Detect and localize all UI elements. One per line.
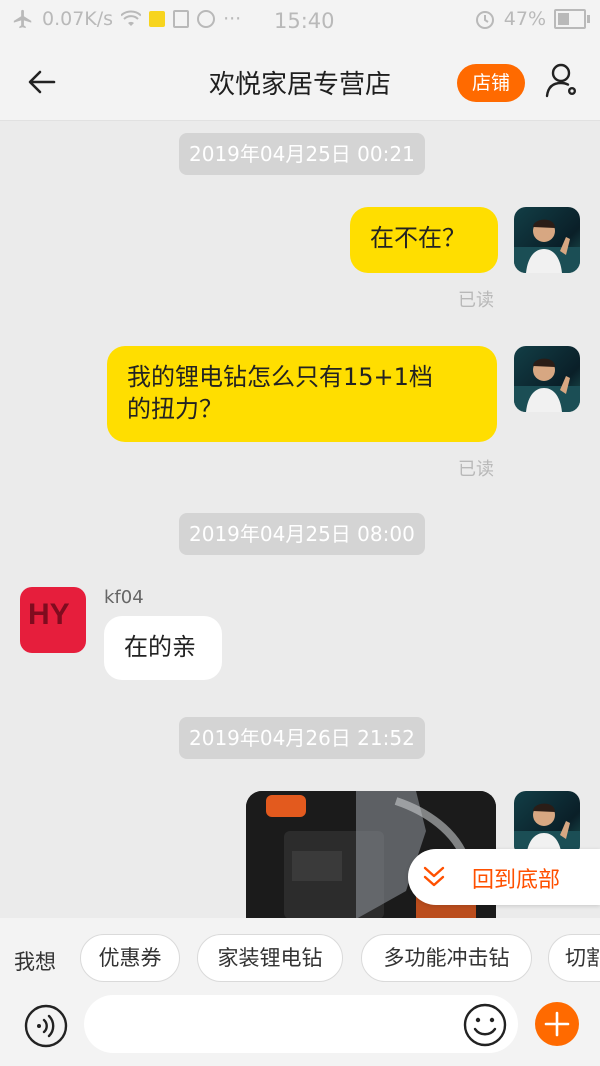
status-time: 15:40 [274,9,335,33]
sender-name: kf04 [104,587,144,608]
more-indicator: ··· [223,8,242,30]
my-avatar[interactable] [514,346,580,412]
avatar-photo [514,358,580,412]
read-status: 已读 [458,290,494,311]
suggestion-label: 我想 [14,950,56,974]
suggestion-chip[interactable]: 多功能冲击钻 [361,934,532,982]
message-line: 的扭力？ [127,395,223,423]
notes-app-icon [149,11,166,27]
user-settings-icon[interactable] [542,60,582,100]
timestamp: 2019年04月25日 08:00 [179,513,425,555]
back-arrow-icon[interactable] [24,64,60,100]
timestamp: 2019年04月25日 00:21 [179,133,425,175]
document-icon [173,10,190,28]
alarm-icon [475,11,494,29]
battery-icon [554,9,590,29]
double-chevron-down-icon [423,866,445,887]
suggestion-chip[interactable]: 家装锂电钻 [197,934,343,982]
read-status: 已读 [458,459,494,480]
page-title: 欢悦家居专营店 [208,70,391,100]
my-avatar[interactable] [514,207,580,273]
input-bar: 我想 优惠券 家装锂电钻 多功能冲击钻 切割 [0,918,600,1066]
message-input[interactable] [84,995,518,1053]
emoji-icon[interactable] [462,1002,508,1048]
shop-button[interactable]: 店铺 [457,64,525,102]
plus-icon [544,1011,570,1037]
browser-icon [197,10,216,28]
suggestion-chip[interactable]: 优惠券 [80,934,180,982]
suggestion-chip[interactable]: 切割 [548,934,600,982]
voice-icon[interactable] [24,1004,68,1048]
avatar-photo [514,803,580,857]
airplane-mode-icon [13,9,32,29]
status-right: 47% [474,8,590,30]
avatar-photo [514,219,580,273]
status-bar: 0.07K/s ··· 15:40 47% [0,0,600,44]
my-message[interactable]: 在不在？ [350,207,498,273]
shop-avatar[interactable]: HY [20,587,86,653]
battery-percent: 47% [503,8,546,30]
more-actions-button[interactable] [535,1002,579,1046]
back-to-bottom-button[interactable]: 回到底部 [408,849,600,905]
status-left: 0.07K/s ··· [12,8,241,30]
shop-message[interactable]: 在的亲 [104,616,222,680]
shop-logo: HY [28,598,70,631]
network-speed: 0.07K/s [42,8,114,30]
back-to-bottom-label: 回到底部 [472,868,561,893]
timestamp: 2019年04月26日 21:52 [179,717,425,759]
my-avatar[interactable] [514,791,580,857]
wifi-icon [121,10,142,26]
chat-header: 欢悦家居专营店 店铺 [0,44,600,121]
message-line: 我的锂电钻怎么只有15+1档 [127,363,433,391]
chat-area[interactable]: 2019年04月25日 00:21 在不在？ 已读 我的锂电钻怎么只有15+1档… [0,121,600,919]
my-message[interactable]: 我的锂电钻怎么只有15+1档 的扭力？ [107,346,497,442]
